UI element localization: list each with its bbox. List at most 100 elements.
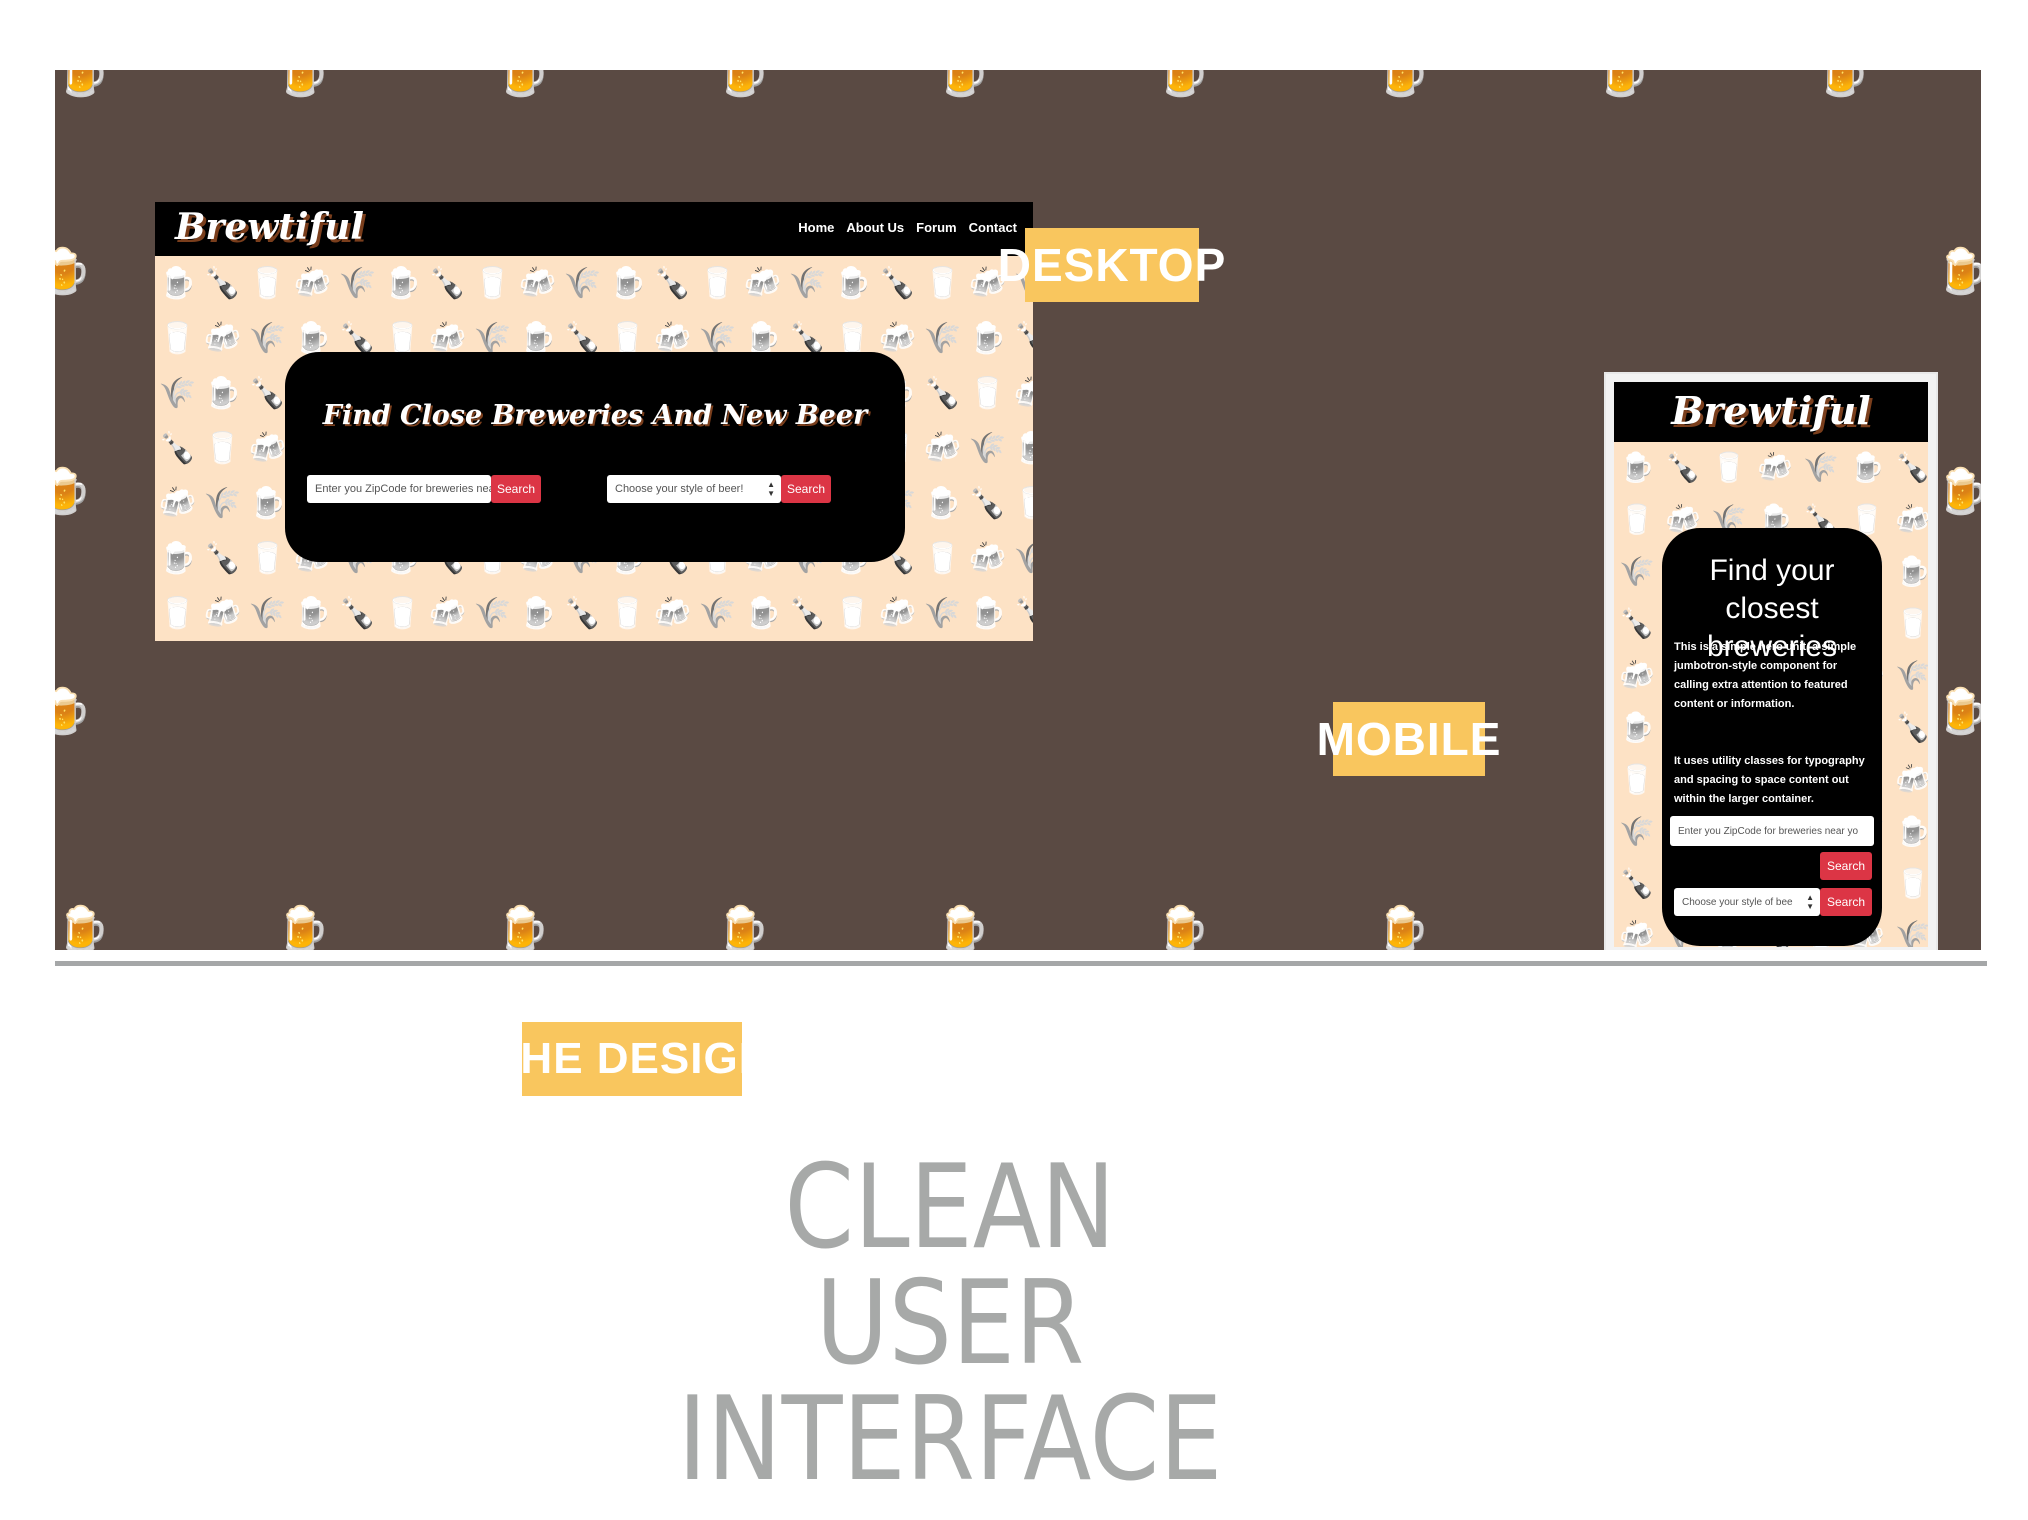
- beer-mug-icon: 🍺: [158, 267, 197, 300]
- wheat-icon: 🌾: [1895, 920, 1928, 947]
- beer-mug-icon: 🍺: [1619, 712, 1655, 744]
- beer-mug-icon: 🍺: [203, 377, 242, 410]
- beer-mug-icon: 🍺: [1013, 432, 1033, 465]
- bottle-icon: 🍾: [1619, 868, 1655, 900]
- mobile-device-frame: Brewtiful 🍺 🍾 🥛 🍻 🌾 🍺 🍾 🥛 🍻 🌾 🍺 🍾 🥛 🍻 🌾 🍺 🍾 🥛 🍻 🌾 🍺 🍾 🥛 🍻 🌾 🍺 🍾 🥛 🍻 🌾…: [1604, 372, 1938, 950]
- beer-mug-icon: 🍺: [833, 267, 872, 300]
- desktop-nav-links: Home About Us Forum Contact: [798, 220, 1017, 235]
- glass-icon: 🥛: [968, 377, 1007, 410]
- bottle-icon: 🍾: [248, 377, 287, 410]
- wheat-icon: 🌾: [1013, 542, 1033, 575]
- beer-mug-icon: 🍻: [1895, 764, 1928, 796]
- beer-mug-icon: 🍺: [1595, 70, 1650, 98]
- beer-mug-icon: 🍻: [1619, 660, 1655, 692]
- mobile-zipcode-input[interactable]: Enter you ZipCode for breweries near yo: [1670, 816, 1874, 846]
- mobile-brand-logo[interactable]: Brewtiful: [1614, 388, 1928, 433]
- beer-mug-icon: 🍺: [1935, 687, 1981, 736]
- the-design-label: THE DESIGN: [493, 1022, 770, 1096]
- bottle-icon: 🍾: [1895, 712, 1928, 744]
- beer-mug-icon: 🍻: [248, 432, 287, 465]
- beer-mug-icon: 🍺: [55, 70, 110, 98]
- beer-mug-icon: 🍺: [158, 542, 197, 575]
- wheat-icon: 🌾: [923, 597, 962, 630]
- mobile-beer-style-select-value: Choose your style of bee: [1682, 896, 1793, 908]
- wheat-icon: 🌾: [1803, 452, 1839, 484]
- beer-mug-icon: 🍻: [1013, 377, 1033, 410]
- bottle-icon: 🍾: [158, 432, 197, 465]
- mobile-zipcode-search-button[interactable]: Search: [1820, 852, 1872, 880]
- nav-link-forum[interactable]: Forum: [916, 220, 956, 235]
- bottle-icon: 🍾: [1013, 322, 1033, 355]
- mobile-hero-card: Find your closest breweries This is a si…: [1662, 528, 1882, 946]
- mobile-beer-style-select[interactable]: Choose your style of bee ▲ ▼: [1674, 888, 1820, 916]
- bottle-icon: 🍾: [428, 267, 467, 300]
- bottle-icon: 🍾: [1895, 452, 1928, 484]
- beer-mug-icon: 🍻: [653, 597, 692, 630]
- desktop-navbar: Brewtiful Home About Us Forum Contact: [155, 202, 1033, 256]
- beer-mug-icon: 🍺: [248, 487, 287, 520]
- beer-mug-icon: 🍺: [715, 905, 770, 951]
- beer-mug-icon: 🍺: [923, 487, 962, 520]
- beer-mug-icon: 🍺: [1619, 452, 1655, 484]
- beer-mug-icon: 🍺: [55, 905, 110, 951]
- wheat-icon: 🌾: [203, 487, 242, 520]
- beer-mug-icon: 🍺: [55, 247, 92, 296]
- beer-mug-icon: 🍺: [968, 597, 1007, 630]
- beer-mug-icon: 🍺: [1849, 452, 1885, 484]
- beer-mug-icon: 🍺: [1935, 247, 1981, 296]
- bottle-icon: 🍾: [878, 267, 917, 300]
- bottle-icon: 🍾: [203, 542, 242, 575]
- beer-mug-icon: 🍺: [55, 467, 92, 516]
- beer-mug-icon: 🍻: [1895, 504, 1928, 536]
- beer-mug-icon: 🍺: [275, 70, 330, 98]
- glass-icon: 🥛: [833, 597, 872, 630]
- beer-mug-icon: 🍺: [518, 597, 557, 630]
- bottle-icon: 🍾: [563, 597, 602, 630]
- desktop-brand-logo[interactable]: Brewtiful: [175, 206, 364, 248]
- beer-mug-icon: 🍺: [293, 597, 332, 630]
- beer-style-search-button[interactable]: Search: [781, 475, 831, 503]
- glass-icon: 🥛: [158, 322, 197, 355]
- beer-mug-icon: 🍻: [1757, 452, 1793, 484]
- beer-mug-icon: 🍻: [743, 267, 782, 300]
- wheat-icon: 🌾: [248, 322, 287, 355]
- beer-mug-icon: 🍻: [293, 267, 332, 300]
- beer-mug-icon: 🍺: [1935, 467, 1981, 516]
- wheat-icon: 🌾: [473, 597, 512, 630]
- bottle-icon: 🍾: [338, 597, 377, 630]
- zipcode-search-button[interactable]: Search: [491, 475, 541, 503]
- nav-link-contact[interactable]: Contact: [969, 220, 1017, 235]
- nav-link-about[interactable]: About Us: [846, 220, 904, 235]
- mobile-beer-style-search-button[interactable]: Search: [1820, 888, 1872, 916]
- glass-icon: 🥛: [1619, 504, 1655, 536]
- glass-icon: 🥛: [1619, 764, 1655, 796]
- beer-mug-icon: 🍻: [203, 322, 242, 355]
- bottle-icon: 🍾: [788, 597, 827, 630]
- wheat-icon: 🌾: [338, 267, 377, 300]
- mobile-label: MOBILE: [1317, 702, 1500, 776]
- glass-icon: 🥛: [473, 267, 512, 300]
- bottle-icon: 🍾: [968, 487, 1007, 520]
- glass-icon: 🥛: [608, 597, 647, 630]
- beer-mug-icon: 🍺: [968, 322, 1007, 355]
- beer-mug-icon: 🍻: [428, 597, 467, 630]
- beer-style-select[interactable]: Choose your style of beer! ▲ ▼: [607, 475, 781, 503]
- wheat-icon: 🌾: [788, 267, 827, 300]
- glass-icon: 🥛: [248, 542, 287, 575]
- wheat-icon: 🌾: [1619, 816, 1655, 848]
- beer-mug-icon: 🍺: [495, 905, 550, 951]
- desktop-label: DESKTOP: [998, 228, 1225, 302]
- wheat-icon: 🌾: [248, 597, 287, 630]
- glass-icon: 🥛: [1013, 487, 1033, 520]
- nav-link-home[interactable]: Home: [798, 220, 834, 235]
- bottle-icon: 🍾: [653, 267, 692, 300]
- beer-mug-icon: 🍻: [203, 597, 242, 630]
- bottle-icon: 🍾: [1013, 597, 1033, 630]
- beer-mug-icon: 🍺: [55, 687, 92, 736]
- wheat-icon: 🌾: [698, 597, 737, 630]
- beer-mug-icon: 🍺: [608, 267, 647, 300]
- glass-icon: 🥛: [1711, 452, 1747, 484]
- headline-line-2: INTERFACE: [677, 1372, 1223, 1507]
- zipcode-input[interactable]: Enter you ZipCode for breweries near: [307, 475, 491, 503]
- beer-mug-icon: 🍻: [518, 267, 557, 300]
